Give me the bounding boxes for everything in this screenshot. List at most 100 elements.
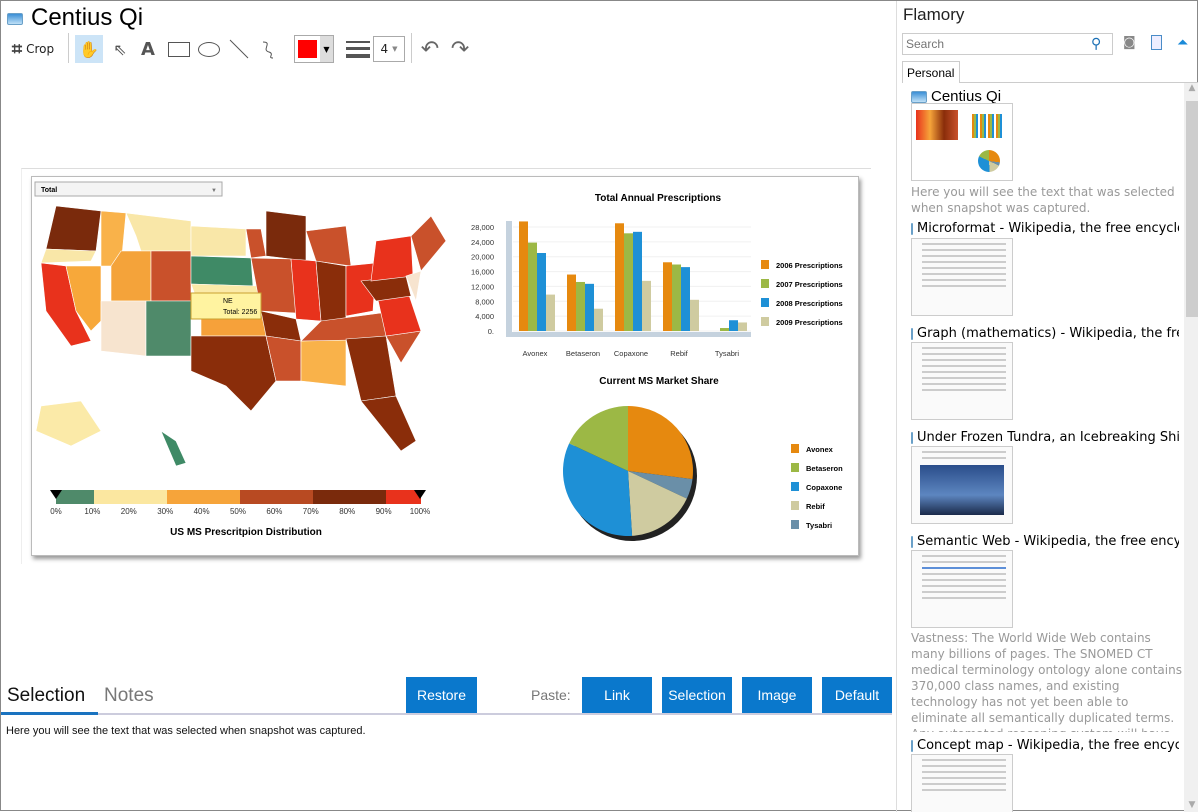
legend-label: 2009 Prescriptions bbox=[776, 318, 843, 327]
camera-icon[interactable]: ◙ bbox=[1123, 35, 1136, 50]
legend-swatch bbox=[761, 298, 769, 307]
legend-swatch bbox=[791, 463, 799, 472]
y-tick-label: 4,000 bbox=[475, 312, 494, 321]
legend-label: Copaxone bbox=[806, 483, 842, 492]
scale-label: 40% bbox=[194, 507, 210, 516]
paste-selection-button[interactable]: Selection bbox=[662, 677, 732, 713]
tab-divider bbox=[1, 713, 892, 715]
snapshot-entry-title[interactable]: Graph (mathematics) - Wikipedia, the fre… bbox=[911, 326, 1179, 341]
active-tab-indicator bbox=[1, 712, 98, 715]
color-scale bbox=[50, 490, 426, 504]
y-tick-label: 16,000 bbox=[471, 268, 494, 277]
bar bbox=[567, 274, 576, 331]
scrollbar[interactable]: ▲ ▼ bbox=[1184, 83, 1198, 812]
x-tick-label: Avonex bbox=[523, 349, 548, 358]
paste-link-button[interactable]: Link bbox=[582, 677, 652, 713]
entry-description: Here you will see the text that was sele… bbox=[911, 185, 1175, 215]
entry-title-text: Graph (mathematics) - Wikipedia, the fre… bbox=[917, 326, 1179, 341]
snapshot-thumbnail[interactable] bbox=[911, 342, 1013, 420]
snapshot-thumbnail[interactable] bbox=[911, 550, 1013, 628]
snapshot-thumbnail[interactable] bbox=[911, 238, 1013, 316]
legend-label: Betaseron bbox=[806, 464, 843, 473]
bar bbox=[624, 233, 633, 331]
scale-label: 90% bbox=[376, 507, 392, 516]
pie-chart-title: Current MS Market Share bbox=[599, 376, 719, 387]
app-icon bbox=[911, 431, 913, 444]
region-dropdown-value: Total bbox=[41, 187, 57, 194]
entry-title-text: Microformat - Wikipedia, the free encycl… bbox=[917, 221, 1179, 236]
entry-title-text: Under Frozen Tundra, an Icebreaking Ship… bbox=[917, 430, 1179, 445]
scale-label: 100% bbox=[410, 507, 430, 516]
y-tick-label: 20,000 bbox=[471, 253, 494, 262]
scrollbar-thumb[interactable] bbox=[1186, 101, 1198, 317]
x-tick-label: Copaxone bbox=[614, 349, 648, 358]
scale-label: 50% bbox=[230, 507, 246, 516]
restore-button[interactable]: Restore bbox=[406, 677, 477, 713]
bar bbox=[720, 328, 729, 331]
legend-swatch bbox=[791, 482, 799, 491]
search-box[interactable]: ⚲ bbox=[902, 33, 1113, 55]
snapshot-entry-title[interactable]: Semantic Web - Wikipedia, the free encyc… bbox=[911, 534, 1179, 549]
scale-label: 10% bbox=[84, 507, 100, 516]
legend-swatch bbox=[761, 260, 769, 269]
y-tick-label: 28,000 bbox=[471, 223, 494, 232]
legend-label: Avonex bbox=[806, 445, 834, 454]
legend-label: 2007 Prescriptions bbox=[776, 280, 843, 289]
legend-swatch bbox=[761, 317, 769, 326]
app-icon bbox=[911, 739, 913, 752]
bar bbox=[681, 267, 690, 331]
snapshot-thumbnail[interactable] bbox=[911, 446, 1013, 524]
flamory-sidebar: Flamory ⚲ ◙ ⏶ Personal ▲ ▼ Centius Qi He… bbox=[896, 1, 1198, 812]
y-axis bbox=[506, 221, 512, 333]
bar bbox=[642, 280, 651, 331]
snapshot-entry-title[interactable]: Under Frozen Tundra, an Icebreaking Ship… bbox=[911, 430, 1179, 445]
bar bbox=[528, 242, 537, 331]
scroll-up-icon[interactable]: ▲ bbox=[1184, 83, 1198, 93]
tab-divider bbox=[960, 82, 1198, 83]
bar bbox=[594, 308, 603, 331]
snapshot-content: Total ▼ NE Total: 2256 0% 10% 20% 30% 40… bbox=[34, 181, 843, 541]
app-icon bbox=[911, 327, 913, 340]
paste-default-button[interactable]: Default bbox=[822, 677, 892, 713]
bar bbox=[672, 264, 681, 331]
region-dropdown[interactable] bbox=[34, 181, 223, 197]
bar bbox=[546, 294, 555, 331]
y-tick-label: 12,000 bbox=[471, 282, 494, 291]
scale-label: 20% bbox=[121, 507, 137, 516]
legend-label: 2006 Prescriptions bbox=[776, 261, 843, 270]
tab-personal[interactable]: Personal bbox=[902, 61, 960, 83]
app-icon bbox=[911, 222, 913, 235]
y-tick-label: 8,000 bbox=[475, 297, 494, 306]
scale-label: 70% bbox=[303, 507, 319, 516]
entry-title-text: Semantic Web - Wikipedia, the free encyc… bbox=[917, 534, 1179, 549]
paste-label: Paste: bbox=[531, 687, 571, 703]
app-icon bbox=[911, 90, 927, 103]
paste-image-button[interactable]: Image bbox=[742, 677, 812, 713]
document-icon[interactable] bbox=[1151, 35, 1162, 50]
x-tick-label: Betaseron bbox=[566, 349, 600, 358]
entry-title-text: Concept map - Wikipedia, the free encycl… bbox=[917, 738, 1179, 753]
snapshot-entry-title[interactable]: Microformat - Wikipedia, the free encycl… bbox=[911, 221, 1179, 236]
x-tick-label: Rebif bbox=[670, 349, 688, 358]
collapse-icon[interactable]: ⏶ bbox=[1177, 36, 1188, 50]
entry-description: Vastness: The World Wide Web contains ma… bbox=[911, 631, 1182, 732]
sidebar-title: Flamory bbox=[903, 5, 965, 24]
snapshot-entry-title[interactable]: Concept map - Wikipedia, the free encycl… bbox=[911, 738, 1179, 753]
legend-label: Tysabri bbox=[806, 521, 832, 530]
bar bbox=[537, 253, 546, 331]
search-icon[interactable]: ⚲ bbox=[1091, 36, 1101, 52]
scroll-down-icon[interactable]: ▼ bbox=[1184, 800, 1198, 810]
x-tick-label: Tysabri bbox=[715, 349, 740, 358]
snapshot-thumbnail[interactable] bbox=[911, 754, 1013, 812]
legend-label: Rebif bbox=[806, 502, 825, 511]
bar-chart-title: Total Annual Prescriptions bbox=[595, 193, 722, 204]
bar bbox=[633, 231, 642, 331]
tooltip-state: NE bbox=[223, 298, 233, 305]
search-input[interactable] bbox=[906, 37, 1091, 51]
tab-notes[interactable]: Notes bbox=[104, 685, 154, 707]
snapshot-thumbnail[interactable] bbox=[911, 103, 1013, 181]
bar bbox=[576, 281, 585, 331]
legend-swatch bbox=[791, 520, 799, 529]
scale-label: 30% bbox=[157, 507, 173, 516]
tab-selection[interactable]: Selection bbox=[7, 685, 85, 707]
